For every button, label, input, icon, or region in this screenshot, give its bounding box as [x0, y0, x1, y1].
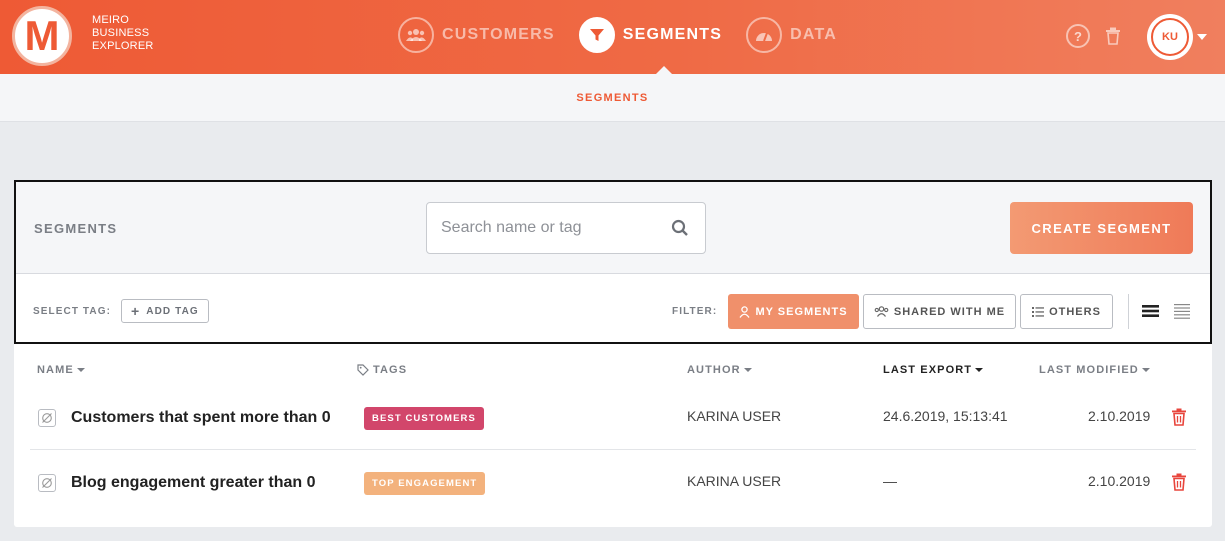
sort-caret-icon	[975, 368, 984, 372]
gauge-icon	[746, 17, 783, 53]
nav-segments[interactable]: SEGMENTS	[578, 16, 723, 54]
column-author-label: AUTHOR	[687, 364, 741, 376]
logo-letter: M	[24, 12, 60, 59]
filter-icon	[578, 17, 615, 53]
nav-data[interactable]: DATA	[746, 16, 837, 54]
filter-others-button[interactable]: OTHERS	[1020, 294, 1113, 329]
search-icon[interactable]	[671, 219, 689, 242]
nav-customers[interactable]: CUSTOMERS	[398, 16, 555, 54]
main-nav: CUSTOMERS SEGMENTS DATA	[398, 16, 861, 54]
chevron-down-icon[interactable]	[1197, 34, 1207, 40]
table-row[interactable]: Customers that spent more than 0 BEST CU…	[30, 386, 1196, 450]
active-nav-pointer	[656, 66, 672, 74]
top-navigation-bar: M MEIRO BUSINESS EXPLORER CUSTOMERS SEGM…	[0, 0, 1225, 74]
user-icon	[739, 305, 750, 318]
search-box[interactable]	[426, 202, 706, 254]
delete-icon[interactable]	[1171, 473, 1187, 496]
segment-name[interactable]: Blog engagement greater than 0	[71, 474, 316, 492]
column-tags-header: TAGS	[357, 364, 407, 376]
create-segment-button[interactable]: CREATE SEGMENT	[1010, 202, 1193, 254]
column-name-label: NAME	[37, 364, 74, 376]
filter-label: FILTER:	[672, 306, 718, 317]
nav-customers-label: CUSTOMERS	[442, 26, 555, 43]
tag-badge[interactable]: TOP ENGAGEMENT	[364, 472, 486, 495]
sort-caret-icon	[743, 368, 752, 372]
divider	[1128, 294, 1129, 329]
brand-line-1: MEIRO	[92, 14, 130, 26]
column-tags-label: TAGS	[373, 364, 408, 376]
select-tag-label: SELECT TAG:	[33, 306, 112, 317]
nav-segments-label: SEGMENTS	[622, 26, 723, 43]
visibility-off-icon	[38, 474, 56, 492]
help-icon[interactable]: ?	[1066, 24, 1090, 48]
filter-my-label: MY SEGMENTS	[755, 305, 848, 318]
users-icon	[874, 306, 889, 317]
segment-author: KARINA USER	[687, 408, 782, 424]
segment-last-export: —	[883, 473, 897, 489]
column-author-header[interactable]: AUTHOR	[687, 364, 752, 376]
table-row[interactable]: Blog engagement greater than 0 TOP ENGAG…	[30, 451, 1196, 515]
panel-header: SEGMENTS CREATE SEGMENT	[16, 182, 1210, 274]
search-input[interactable]	[441, 217, 661, 239]
panel-title: SEGMENTS	[34, 221, 118, 236]
brand-name: MEIRO BUSINESS EXPLORER	[92, 14, 154, 53]
segment-last-export: 24.6.2019, 15:13:41	[883, 408, 1008, 424]
add-tag-button[interactable]: + ADD TAG	[121, 299, 209, 323]
column-name-header[interactable]: NAME	[37, 364, 85, 376]
segment-name[interactable]: Customers that spent more than 0	[71, 409, 331, 427]
plus-icon: +	[131, 303, 141, 319]
sort-caret-icon	[1141, 368, 1150, 372]
sort-caret-icon	[76, 368, 85, 372]
subnav-segments[interactable]: SEGMENTS	[0, 92, 1225, 104]
filter-shared-label: SHARED WITH ME	[893, 305, 1006, 318]
users-icon	[398, 17, 434, 53]
segment-last-modified: 2.10.2019	[1088, 473, 1151, 489]
column-last-export-header[interactable]: LAST EXPORT	[883, 364, 984, 376]
filter-my-segments-button[interactable]: MY SEGMENTS	[728, 294, 859, 329]
tag-badge[interactable]: BEST CUSTOMERS	[364, 407, 484, 430]
delete-icon[interactable]	[1171, 408, 1187, 431]
user-avatar[interactable]: KU	[1147, 14, 1193, 60]
brand-line-2: BUSINESS	[92, 27, 150, 39]
filter-others-label: OTHERS	[1049, 305, 1101, 318]
segments-table: NAME TAGS AUTHOR LAST EXPORT LAST MODIFI…	[14, 344, 1212, 527]
add-tag-label: ADD TAG	[146, 305, 199, 317]
segments-toolbar-panel: SEGMENTS CREATE SEGMENT SELECT TAG: + AD…	[14, 180, 1212, 344]
help-mark: ?	[1074, 28, 1082, 44]
avatar-initials: KU	[1151, 18, 1189, 56]
meiro-logo[interactable]: M	[12, 6, 72, 66]
list-view-icon[interactable]	[1142, 304, 1159, 323]
column-last-modified-label: LAST MODIFIED	[1039, 364, 1139, 376]
tag-icon	[357, 364, 369, 376]
filter-shared-button[interactable]: SHARED WITH ME	[863, 294, 1016, 329]
segment-author: KARINA USER	[687, 473, 782, 489]
list-icon	[1032, 306, 1045, 317]
brand-line-3: EXPLORER	[92, 40, 154, 52]
column-last-modified-header[interactable]: LAST MODIFIED	[1039, 364, 1150, 376]
segment-last-modified: 2.10.2019	[1088, 408, 1151, 424]
visibility-off-icon	[38, 409, 56, 427]
nav-data-label: DATA	[790, 26, 838, 43]
trash-icon[interactable]	[1101, 24, 1125, 48]
column-last-export-label: LAST EXPORT	[883, 364, 973, 376]
sub-navigation: SEGMENTS	[0, 74, 1225, 122]
compact-view-icon[interactable]	[1174, 303, 1190, 324]
